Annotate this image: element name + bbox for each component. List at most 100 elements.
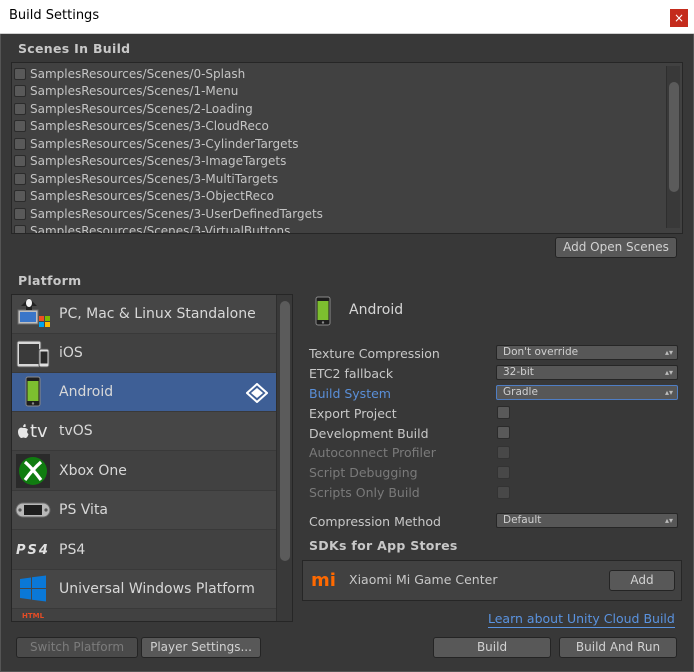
- scene-row[interactable]: SamplesResources/Scenes/3-VirtualButtons: [14, 222, 291, 234]
- player-settings-button[interactable]: Player Settings...: [141, 637, 261, 658]
- compression-method-dropdown[interactable]: Default ▴▾: [496, 513, 678, 528]
- dropdown-value: Don't override: [503, 346, 579, 358]
- scene-row[interactable]: SamplesResources/Scenes/2-Loading: [14, 100, 253, 117]
- platform-item-tvos[interactable]: tv tvOS: [12, 412, 276, 451]
- export-project-label: Export Project: [309, 406, 397, 421]
- development-build-label: Development Build: [309, 426, 429, 441]
- build-and-run-button[interactable]: Build And Run: [559, 637, 677, 658]
- build-button[interactable]: Build: [433, 637, 551, 658]
- scene-path: SamplesResources/Scenes/3-UserDefinedTar…: [30, 206, 323, 221]
- platform-item-standalone[interactable]: PC, Mac & Linux Standalone: [12, 295, 276, 334]
- add-store-button[interactable]: Add: [609, 570, 675, 591]
- scene-path: SamplesResources/Scenes/3-ImageTargets: [30, 153, 287, 168]
- platform-list: PC, Mac & Linux Standalone iOS Android t…: [11, 294, 293, 622]
- etc2-fallback-dropdown[interactable]: 32-bit ▴▾: [496, 365, 678, 380]
- scene-checkbox[interactable]: [14, 84, 26, 97]
- scene-path: SamplesResources/Scenes/3-ObjectReco: [30, 188, 274, 203]
- ps4-icon: PS4: [15, 532, 51, 568]
- platform-label: Android: [59, 384, 114, 400]
- scene-path: SamplesResources/Scenes/3-VirtualButtons: [30, 223, 291, 234]
- export-project-checkbox[interactable]: [497, 406, 510, 419]
- scene-checkbox[interactable]: [14, 67, 26, 80]
- unity-logo-icon: [246, 383, 268, 403]
- scene-path: SamplesResources/Scenes/0-Splash: [30, 66, 246, 81]
- android-phone-icon: [315, 296, 331, 326]
- dropdown-value: Default: [503, 514, 542, 526]
- platform-label: Universal Windows Platform: [59, 581, 255, 597]
- autoconnect-profiler-checkbox: [497, 446, 510, 459]
- scene-path: SamplesResources/Scenes/3-CloudReco: [30, 118, 269, 133]
- scene-checkbox[interactable]: [14, 172, 26, 185]
- chevron-updown-icon: ▴▾: [664, 388, 673, 397]
- apple-tv-logo-text: tv: [30, 420, 48, 442]
- scene-row[interactable]: SamplesResources/Scenes/3-CloudReco: [14, 117, 269, 134]
- scene-checkbox[interactable]: [14, 207, 26, 220]
- scene-row[interactable]: SamplesResources/Scenes/3-ImageTargets: [14, 152, 286, 169]
- platform-header-name: Android: [349, 302, 404, 318]
- build-system-label: Build System: [309, 386, 391, 401]
- scene-row[interactable]: SamplesResources/Scenes/1-Menu: [14, 82, 238, 99]
- texture-compression-dropdown[interactable]: Don't override ▴▾: [496, 345, 678, 360]
- pc-standalone-icon: [15, 296, 51, 332]
- scene-checkbox[interactable]: [14, 102, 26, 115]
- autoconnect-profiler-label: Autoconnect Profiler: [309, 445, 436, 460]
- platform-label: Xbox One: [59, 463, 127, 479]
- cloud-build-link[interactable]: Learn about Unity Cloud Build: [488, 611, 675, 628]
- scene-row[interactable]: SamplesResources/Scenes/3-ObjectReco: [14, 187, 274, 204]
- chevron-updown-icon: ▴▾: [664, 368, 673, 377]
- ios-device-icon: [15, 335, 51, 371]
- scripts-only-build-checkbox: [497, 486, 510, 499]
- scene-row[interactable]: SamplesResources/Scenes/3-UserDefinedTar…: [14, 205, 323, 222]
- windows-icon: [15, 571, 51, 607]
- scene-row[interactable]: SamplesResources/Scenes/3-CylinderTarget…: [14, 135, 298, 152]
- scripts-only-build-label: Scripts Only Build: [309, 485, 420, 500]
- platform-label: PC, Mac & Linux Standalone: [59, 306, 256, 322]
- scene-row[interactable]: SamplesResources/Scenes/3-MultiTargets: [14, 170, 278, 187]
- etc2-fallback-label: ETC2 fallback: [309, 366, 394, 381]
- close-icon: ×: [673, 11, 685, 25]
- scenes-list: SamplesResources/Scenes/0-Splash Samples…: [11, 62, 683, 234]
- xbox-icon: [15, 453, 51, 489]
- apple-tv-icon: tv: [15, 413, 51, 449]
- chevron-updown-icon: ▴▾: [664, 516, 673, 525]
- platform-label: iOS: [59, 345, 83, 361]
- platform-item-partial[interactable]: HTML: [12, 609, 276, 621]
- platform-item-android[interactable]: Android: [12, 373, 276, 412]
- scene-checkbox[interactable]: [14, 154, 26, 167]
- add-open-scenes-button[interactable]: Add Open Scenes: [555, 237, 677, 258]
- platform-label: PS4: [59, 542, 86, 558]
- store-sdk-row: mi Xiaomi Mi Game Center Add: [302, 560, 682, 601]
- platform-item-ps4[interactable]: PS4 PS4: [12, 531, 276, 570]
- scenes-scrollbar[interactable]: [666, 66, 680, 228]
- platform-item-ps-vita[interactable]: PS Vita: [12, 491, 276, 530]
- compression-method-label: Compression Method: [309, 514, 441, 529]
- dropdown-value: 32-bit: [503, 366, 534, 378]
- title-bar: Build Settings ×: [0, 0, 694, 34]
- script-debugging-checkbox: [497, 466, 510, 479]
- sdks-section-title: SDKs for App Stores: [309, 538, 458, 553]
- html5-icon: HTML: [15, 610, 51, 621]
- scrollbar-thumb[interactable]: [669, 82, 679, 192]
- platform-item-ios[interactable]: iOS: [12, 334, 276, 373]
- store-name: Xiaomi Mi Game Center: [349, 572, 498, 587]
- scrollbar-thumb[interactable]: [280, 301, 290, 561]
- close-button[interactable]: ×: [670, 9, 688, 27]
- platform-scrollbar[interactable]: [276, 295, 292, 621]
- window-title: Build Settings: [9, 8, 100, 23]
- switch-platform-button[interactable]: Switch Platform: [16, 637, 138, 658]
- script-debugging-label: Script Debugging: [309, 465, 418, 480]
- scene-path: SamplesResources/Scenes/3-CylinderTarget…: [30, 136, 299, 151]
- scene-checkbox[interactable]: [14, 224, 26, 233]
- scene-checkbox[interactable]: [14, 119, 26, 132]
- scene-checkbox[interactable]: [14, 189, 26, 202]
- platform-item-uwp[interactable]: Universal Windows Platform: [12, 570, 276, 609]
- ps-vita-icon: [15, 492, 51, 528]
- development-build-checkbox[interactable]: [497, 426, 510, 439]
- chevron-updown-icon: ▴▾: [664, 348, 673, 357]
- scene-row[interactable]: SamplesResources/Scenes/0-Splash: [14, 65, 245, 82]
- scene-checkbox[interactable]: [14, 137, 26, 150]
- html-logo-text: HTML: [21, 612, 45, 620]
- platform-item-xbox-one[interactable]: Xbox One: [12, 452, 276, 491]
- build-system-dropdown[interactable]: Gradle ▴▾: [496, 385, 678, 400]
- xiaomi-logo-icon: mi: [311, 570, 336, 591]
